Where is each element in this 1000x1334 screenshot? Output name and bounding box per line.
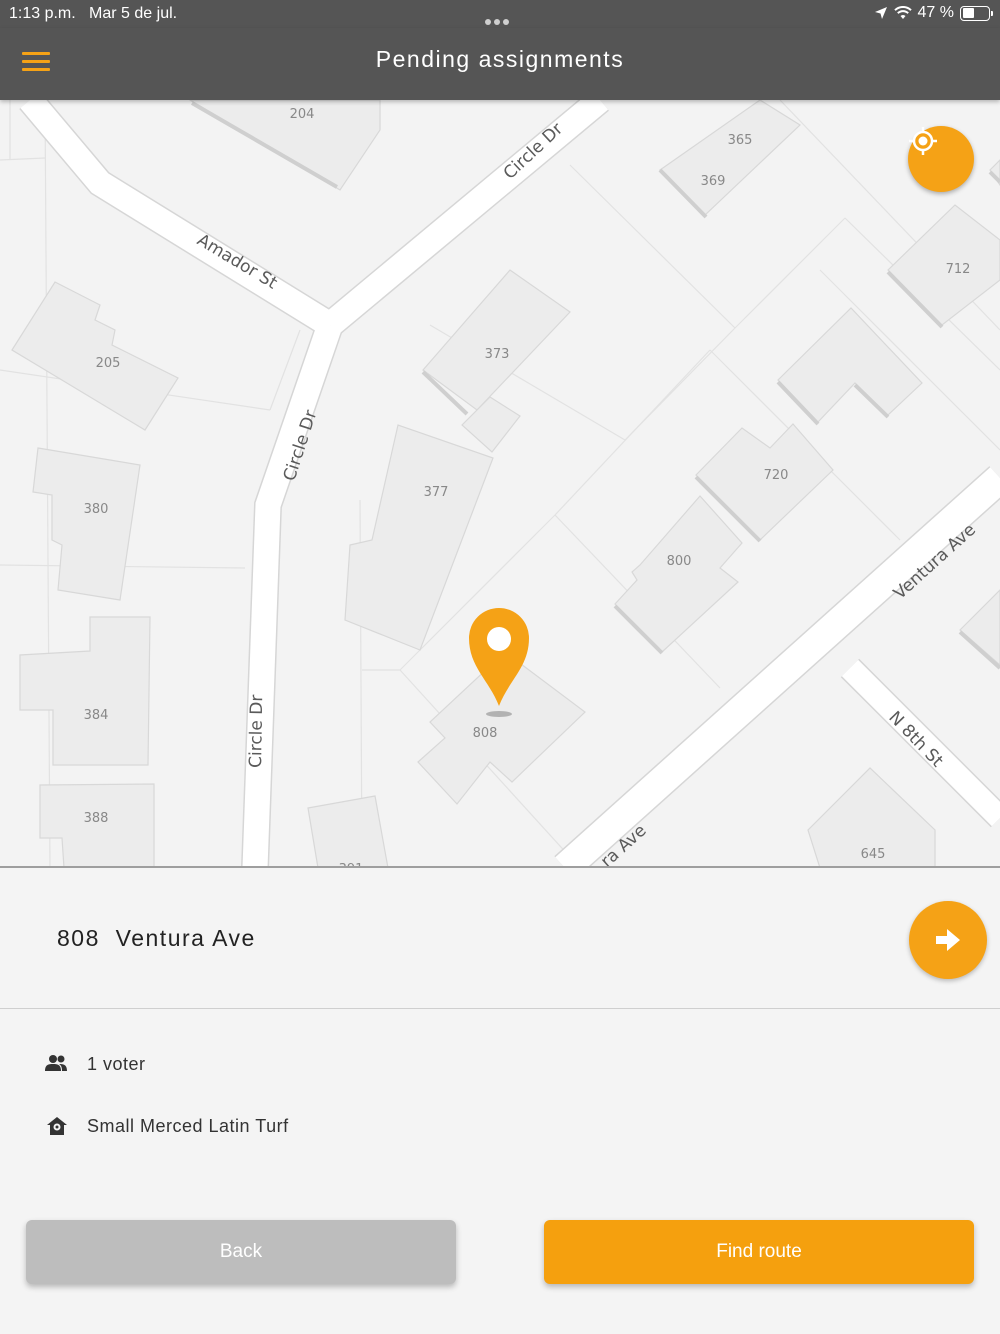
parcel-number: 380 xyxy=(84,502,109,517)
turf-row: Small Merced Latin Turf xyxy=(45,1114,289,1138)
street-label: Circle Dr xyxy=(246,695,267,769)
parcel-number: 377 xyxy=(424,485,449,500)
app-header: Pending assignments xyxy=(0,28,1000,100)
parcel-number: 205 xyxy=(96,356,121,371)
page-title: Pending assignments xyxy=(375,46,625,72)
parcel-number: 391 xyxy=(339,862,364,868)
map-canvas: Amador St Circle Dr Circle Dr Circle Dr … xyxy=(0,100,1000,868)
assignment-panel: 808 Ventura Ave 1 voter Small Merced Lat… xyxy=(0,870,1000,1334)
parcel-number: 712 xyxy=(946,262,971,277)
wifi-icon xyxy=(893,6,912,19)
crosshair-icon xyxy=(909,127,937,155)
voter-count-row: 1 voter xyxy=(45,1052,146,1076)
parcel-number: 369 xyxy=(701,174,726,189)
home-pin-icon xyxy=(45,1114,69,1138)
parcel-number: 384 xyxy=(84,708,109,723)
status-time-date: 1:13 p.m. Mar 5 de jul. xyxy=(9,5,178,22)
arrow-right-icon xyxy=(936,929,960,951)
back-button[interactable]: Back xyxy=(26,1220,456,1284)
locate-me-button[interactable] xyxy=(908,126,974,192)
parcel-number: 204 xyxy=(290,107,315,122)
parcel-number: 720 xyxy=(764,468,789,483)
divider xyxy=(0,1008,1000,1009)
parcel-number: 645 xyxy=(861,847,886,862)
status-indicators: 47 % xyxy=(874,4,993,22)
parcel-number: 800 xyxy=(667,554,692,569)
parcel-number: 388 xyxy=(84,811,109,826)
people-icon xyxy=(45,1052,69,1076)
find-route-button[interactable]: Find route xyxy=(544,1220,974,1284)
battery-icon xyxy=(960,5,993,21)
location-arrow-icon xyxy=(874,7,887,19)
parcel-number: 808 xyxy=(473,726,498,741)
turf-name: Small Merced Latin Turf xyxy=(87,1115,289,1136)
parcel-number: 373 xyxy=(485,347,510,362)
battery-percent: 47 % xyxy=(917,4,954,21)
assignment-address: 808 Ventura Ave xyxy=(57,925,256,951)
map-view[interactable]: Amador St Circle Dr Circle Dr Circle Dr … xyxy=(0,100,1000,868)
parcel-number: 365 xyxy=(728,133,753,148)
status-bar: 1:13 p.m. Mar 5 de jul. 47 % xyxy=(0,0,1000,28)
voter-count: 1 voter xyxy=(87,1053,146,1074)
multitasking-dots-icon[interactable] xyxy=(485,12,515,25)
navigate-button[interactable] xyxy=(909,901,987,979)
